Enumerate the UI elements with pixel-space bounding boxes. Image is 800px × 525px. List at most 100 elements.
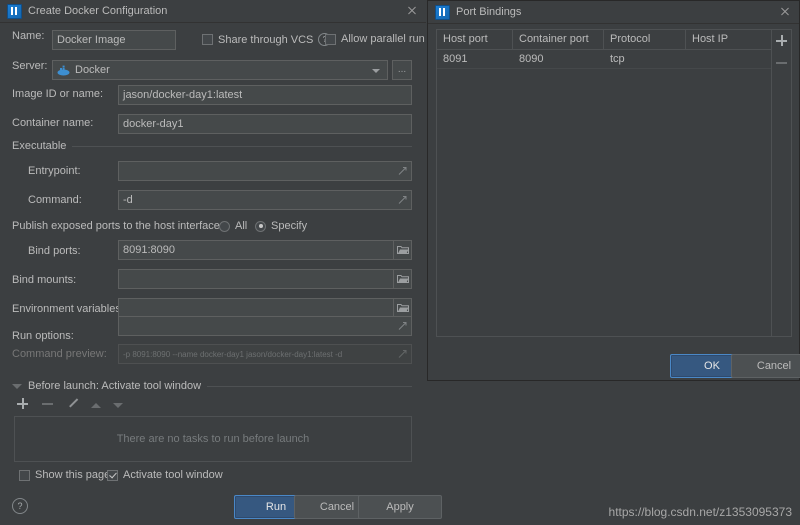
bind-ports-label: Bind ports: — [28, 245, 81, 257]
server-dropdown[interactable]: Docker — [52, 60, 388, 80]
radio-specify[interactable]: Specify — [255, 220, 307, 232]
radio-all-label: All — [235, 220, 248, 232]
cell-host-port: 8091 — [443, 53, 468, 65]
close-icon[interactable] — [404, 3, 420, 19]
executable-section-title: Executable — [12, 140, 67, 152]
cell-container-port: 8090 — [519, 53, 544, 65]
help-icon[interactable]: ? — [12, 498, 28, 514]
port-bindings-table: Host port Container port Protocol Host I… — [437, 30, 771, 336]
pencil-icon[interactable] — [66, 397, 79, 410]
container-name-label: Container name: — [12, 117, 94, 129]
table-header-row: Host port Container port Protocol Host I… — [437, 30, 771, 50]
ports-dialog-titlebar: Port Bindings — [428, 1, 799, 24]
section-divider — [72, 145, 412, 147]
server-browse-button[interactable]: ... — [392, 60, 412, 80]
expand-icon[interactable] — [397, 349, 408, 360]
run-options-label: Run options: — [12, 330, 74, 342]
show-page-label: Show this page — [35, 469, 111, 481]
config-dialog-title: Create Docker Configuration — [28, 5, 168, 17]
command-input[interactable]: -d — [118, 190, 412, 210]
screen-root: Create Docker Configuration Name: Docker… — [0, 0, 800, 525]
watermark-text: https://blog.csdn.net/z1353095373 — [608, 505, 792, 519]
radio-specify-label: Specify — [271, 220, 308, 232]
expand-icon[interactable] — [397, 195, 408, 206]
image-id-input[interactable]: jason/docker-day1:latest — [118, 85, 412, 105]
folder-icon — [396, 275, 409, 283]
before-launch-title: Before launch: Activate tool window — [28, 380, 202, 392]
radio-specify-button[interactable] — [255, 220, 266, 232]
empty-tasks-text: There are no tasks to run before launch — [116, 433, 310, 445]
column-header-host-ip[interactable]: Host IP — [686, 30, 771, 49]
ports-dialog-title: Port Bindings — [456, 6, 522, 18]
command-value: -d — [123, 194, 133, 206]
minus-icon[interactable] — [41, 397, 54, 410]
before-launch-header[interactable]: Before launch: Activate tool window — [12, 380, 412, 392]
expand-icon[interactable] — [397, 166, 408, 177]
ports-cancel-button[interactable]: Cancel — [731, 354, 800, 378]
bind-ports-input[interactable]: 8091:8090 — [118, 240, 394, 260]
name-label: Name: — [12, 30, 45, 42]
create-docker-configuration-dialog: Create Docker Configuration Name: Docker… — [0, 0, 442, 525]
table-side-buttons — [771, 30, 791, 336]
env-vars-browse-button[interactable] — [394, 298, 412, 318]
allow-parallel-checkbox-box[interactable] — [325, 33, 336, 45]
radio-all[interactable]: All — [219, 220, 247, 232]
config-dialog-titlebar: Create Docker Configuration — [0, 0, 426, 23]
command-preview-value: -p 8091:8090 --name docker-day1 jason/do… — [123, 349, 343, 359]
column-header-container-port[interactable]: Container port — [513, 30, 604, 49]
run-options-input[interactable] — [118, 316, 412, 336]
before-launch-task-list[interactable]: There are no tasks to run before launch — [14, 416, 412, 462]
share-through-vcs-checkbox[interactable]: Share through VCS ? — [202, 33, 332, 46]
arrow-up-icon[interactable] — [91, 403, 101, 408]
cell-host-ip — [686, 50, 771, 68]
plus-icon[interactable] — [775, 34, 788, 47]
section-divider — [207, 385, 412, 387]
entrypoint-input[interactable] — [118, 161, 412, 181]
triangle-down-icon[interactable] — [12, 383, 22, 389]
share-vcs-checkbox-box[interactable] — [202, 34, 213, 45]
name-input[interactable]: Docker Image — [52, 30, 176, 50]
expand-icon[interactable] — [397, 321, 408, 332]
column-header-host-port[interactable]: Host port — [437, 30, 513, 49]
name-input-value: Docker Image — [57, 34, 126, 46]
server-browse-label: ... — [397, 64, 407, 75]
show-this-page-checkbox[interactable]: Show this page — [19, 469, 110, 481]
command-label: Command: — [28, 194, 82, 206]
bind-mounts-input[interactable] — [118, 269, 394, 289]
before-launch-toolbar — [16, 397, 123, 410]
port-bindings-table-container: Host port Container port Protocol Host I… — [436, 29, 792, 337]
command-preview-input: -p 8091:8090 --name docker-day1 jason/do… — [118, 344, 412, 364]
column-header-protocol[interactable]: Protocol — [604, 30, 686, 49]
activate-tool-checkbox-box[interactable] — [107, 469, 118, 481]
intellij-logo-icon — [7, 3, 22, 19]
bind-mounts-browse-button[interactable] — [394, 269, 412, 289]
env-vars-label: Environment variables: — [12, 303, 124, 315]
bind-ports-value: 8091:8090 — [123, 244, 175, 256]
image-id-value: jason/docker-day1:latest — [123, 89, 243, 101]
plus-icon[interactable] — [16, 397, 29, 410]
bind-ports-browse-button[interactable] — [394, 240, 412, 260]
folder-icon — [396, 246, 409, 254]
container-name-input[interactable]: docker-day1 — [118, 114, 412, 134]
executable-section-header: Executable — [12, 140, 412, 152]
intellij-logo-icon — [435, 4, 450, 20]
env-vars-input[interactable] — [118, 298, 394, 318]
minus-icon[interactable] — [775, 56, 788, 69]
apply-button[interactable]: Apply — [358, 495, 442, 519]
port-bindings-dialog: Port Bindings Host port Container port P… — [427, 0, 800, 381]
table-empty-area — [437, 69, 771, 336]
activate-tool-label: Activate tool window — [123, 469, 223, 481]
entrypoint-label: Entrypoint: — [28, 165, 81, 177]
table-row[interactable]: 8091 8090 tcp — [437, 50, 771, 69]
arrow-down-icon[interactable] — [113, 403, 123, 408]
cell-protocol: tcp — [610, 53, 625, 65]
server-label: Server: — [12, 60, 48, 72]
chevron-down-icon[interactable] — [372, 69, 380, 73]
server-dropdown-value: Docker — [75, 64, 110, 76]
allow-parallel-run-checkbox[interactable]: Allow parallel run — [325, 33, 425, 45]
folder-icon — [396, 304, 409, 312]
close-icon[interactable] — [777, 4, 793, 20]
show-page-checkbox-box[interactable] — [19, 469, 30, 481]
radio-all-button[interactable] — [219, 220, 230, 232]
activate-tool-window-checkbox[interactable]: Activate tool window — [107, 469, 223, 481]
